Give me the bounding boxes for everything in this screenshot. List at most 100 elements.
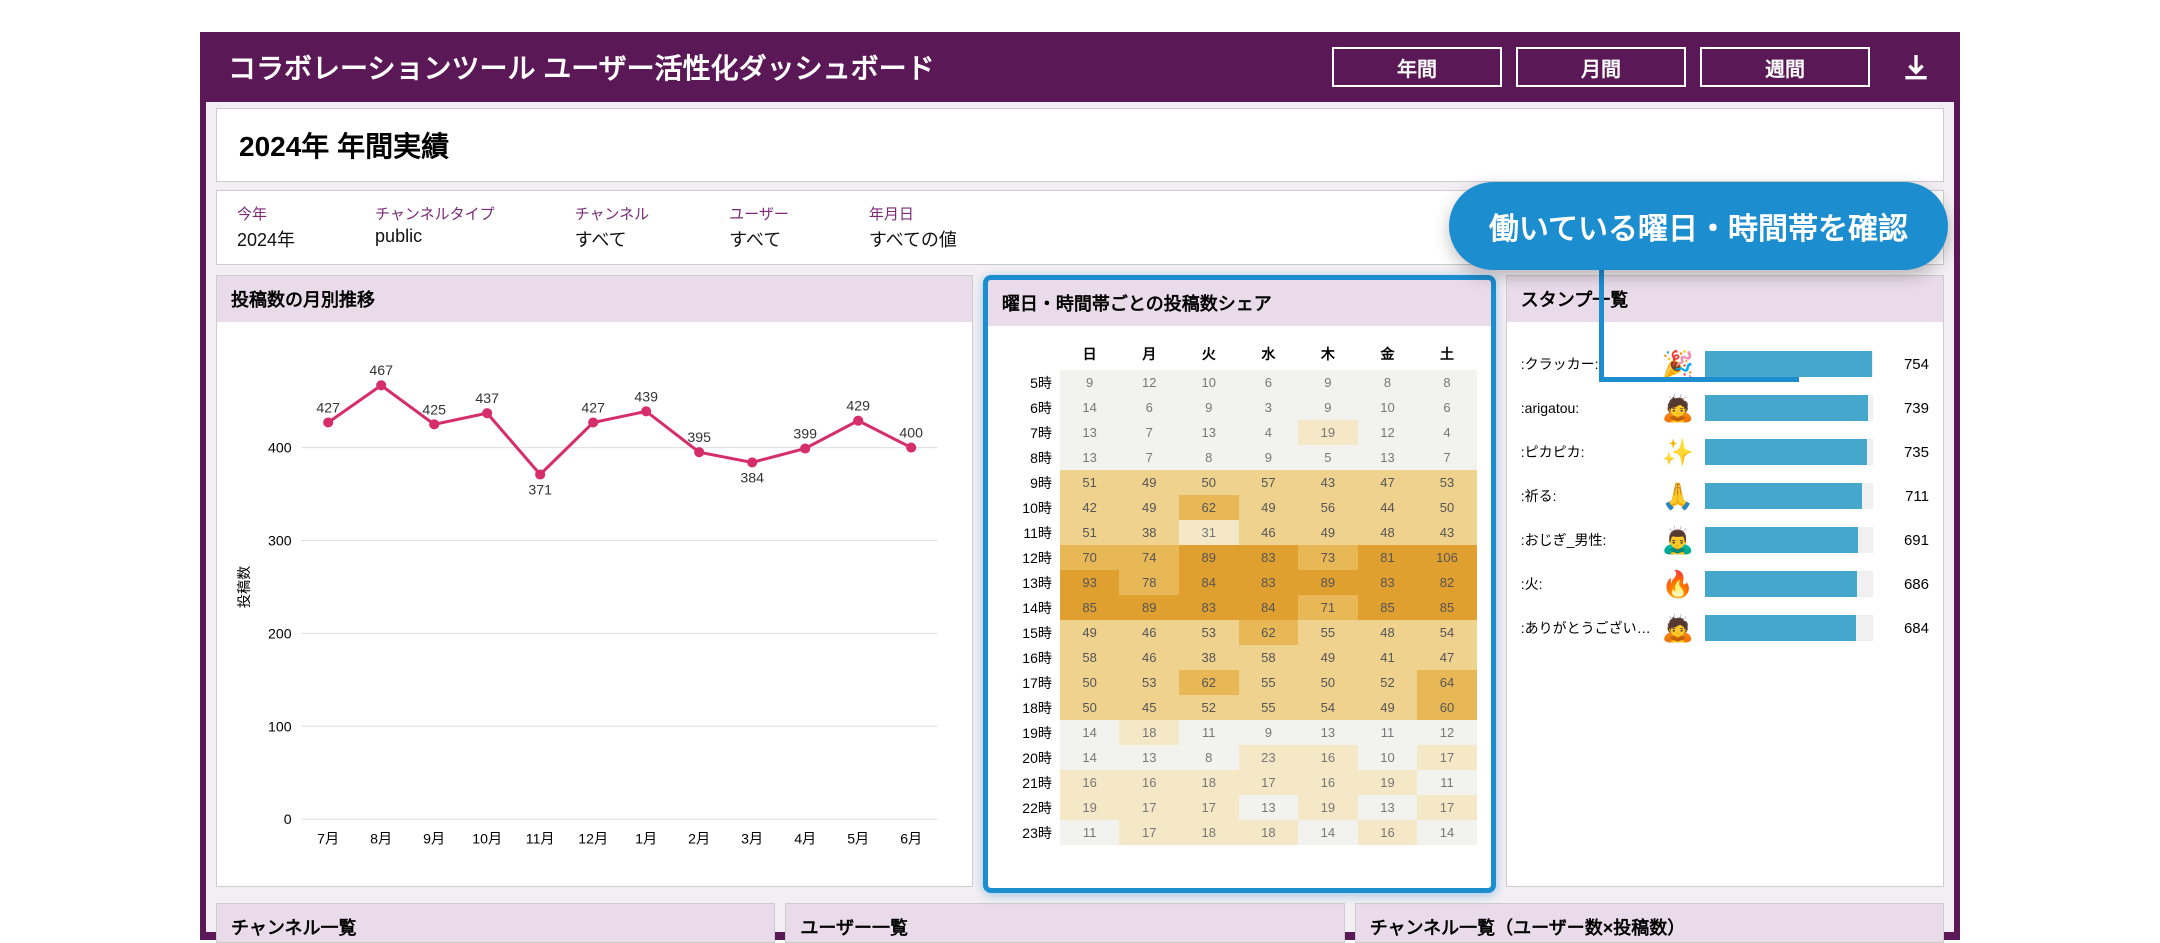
stamp-bar-fill <box>1705 439 1868 465</box>
heatmap-cell: 44 <box>1358 495 1418 520</box>
heatmap-cell: 43 <box>1298 470 1358 495</box>
heatmap-cell: 81 <box>1358 545 1418 570</box>
heatmap-cell: 41 <box>1358 645 1418 670</box>
download-icon[interactable] <box>1900 51 1932 83</box>
svg-text:467: 467 <box>369 362 393 378</box>
heatmap-hour-label: 17時 <box>1002 673 1060 693</box>
stamp-value: 735 <box>1883 444 1929 461</box>
heatmap-cell: 52 <box>1179 695 1239 720</box>
heatmap-cell: 51 <box>1060 470 1120 495</box>
svg-text:3月: 3月 <box>741 830 763 846</box>
bottom-panel-title: ユーザー一覧 <box>785 903 1344 943</box>
filter-item[interactable]: チャンネルタイプpublic <box>375 203 495 252</box>
heatmap-day-header: 金 <box>1358 344 1418 370</box>
heatmap-cell: 14 <box>1417 820 1477 845</box>
heatmap-cell: 13 <box>1060 420 1120 445</box>
heatmap-cell: 18 <box>1179 770 1239 795</box>
svg-text:399: 399 <box>793 425 817 441</box>
heatmap-cell: 13 <box>1119 745 1179 770</box>
heatmap-cell: 16 <box>1358 820 1418 845</box>
period-week-button[interactable]: 週間 <box>1700 47 1870 87</box>
heatmap-day-header: 火 <box>1179 344 1239 370</box>
svg-text:7月: 7月 <box>317 830 339 846</box>
heatmap-cell: 42 <box>1060 495 1120 520</box>
heatmap-cell: 50 <box>1179 470 1239 495</box>
heatmap-hour-label: 13時 <box>1002 573 1060 593</box>
bottom-panel-title: チャンネル一覧 <box>216 903 775 943</box>
filter-item[interactable]: チャンネルすべて <box>575 203 650 252</box>
stamp-value: 691 <box>1883 532 1929 549</box>
heatmap-cell: 50 <box>1060 670 1120 695</box>
svg-text:439: 439 <box>634 388 658 404</box>
heatmap-cell: 71 <box>1298 595 1358 620</box>
stamp-bar-track <box>1705 395 1873 421</box>
heatmap-cell: 60 <box>1417 695 1477 720</box>
filter-value: すべて <box>575 226 650 252</box>
heatmap-cell: 6 <box>1119 395 1179 420</box>
heatmap-hour-label: 23時 <box>1002 823 1060 843</box>
heatmap-cell: 16 <box>1298 745 1358 770</box>
stamp-name: :ありがとうございます: <box>1521 618 1651 638</box>
stamp-row: :arigatou:🙇739 <box>1521 386 1929 430</box>
heatmap-cell: 38 <box>1119 520 1179 545</box>
filter-item[interactable]: 今年2024年 <box>237 203 295 252</box>
stamp-chart: :クラッカー:🎉754:arigatou:🙇739:ピカピカ:✨735:祈る:🙏… <box>1507 322 1943 886</box>
heatmap-cell: 49 <box>1239 495 1299 520</box>
filter-label: 今年 <box>237 203 295 224</box>
heatmap-cell: 49 <box>1119 470 1179 495</box>
heatmap-cell: 70 <box>1060 545 1120 570</box>
heatmap-cell: 9 <box>1060 370 1120 395</box>
heatmap-cell: 10 <box>1179 370 1239 395</box>
heatmap-cell: 6 <box>1417 395 1477 420</box>
heatmap-panel: 曜日・時間帯ごとの投稿数シェア x日月火水木金土5時9121069886時146… <box>983 275 1496 893</box>
svg-text:1月: 1月 <box>635 830 657 846</box>
filter-value: すべての値 <box>869 226 957 252</box>
heatmap-cell: 55 <box>1298 620 1358 645</box>
stamp-name: :arigatou: <box>1521 400 1651 416</box>
heatmap-cell: 55 <box>1239 695 1299 720</box>
bottom-panel-title: チャンネル一覧（ユーザー数×投稿数） <box>1355 903 1944 943</box>
stamp-bar-track <box>1705 527 1873 553</box>
stamp-emoji-icon: 🙇 <box>1661 613 1695 644</box>
heatmap-day-header: 日 <box>1060 344 1120 370</box>
heatmap-cell: 14 <box>1060 720 1120 745</box>
heatmap-cell: 47 <box>1358 470 1418 495</box>
heatmap-cell: 49 <box>1060 620 1120 645</box>
stamp-row: :ピカピカ:✨735 <box>1521 430 1929 474</box>
filter-item[interactable]: ユーザーすべて <box>729 203 789 252</box>
heatmap-cell: 64 <box>1417 670 1477 695</box>
heatmap-cell: 16 <box>1119 770 1179 795</box>
heatmap-day-header: 木 <box>1298 344 1358 370</box>
period-month-button[interactable]: 月間 <box>1516 47 1686 87</box>
heatmap-cell: 4 <box>1239 420 1299 445</box>
heatmap-hour-label: 15時 <box>1002 623 1060 643</box>
stamp-emoji-icon: 🔥 <box>1661 569 1695 600</box>
svg-text:5月: 5月 <box>847 830 869 846</box>
heatmap-cell: 13 <box>1239 795 1299 820</box>
svg-text:425: 425 <box>422 401 446 417</box>
filter-item[interactable]: 年月日すべての値 <box>869 203 957 252</box>
heatmap-cell: 12 <box>1417 720 1477 745</box>
heatmap-hour-label: 22時 <box>1002 798 1060 818</box>
svg-text:2月: 2月 <box>688 830 710 846</box>
svg-text:200: 200 <box>268 625 292 641</box>
heatmap-cell: 19 <box>1298 420 1358 445</box>
svg-text:9月: 9月 <box>423 830 445 846</box>
heatmap-title: 曜日・時間帯ごとの投稿数シェア <box>988 280 1491 326</box>
heatmap-cell: 9 <box>1179 395 1239 420</box>
heatmap-cell: 7 <box>1119 445 1179 470</box>
heatmap-cell: 9 <box>1298 395 1358 420</box>
heatmap-cell: 82 <box>1417 570 1477 595</box>
heatmap-cell: 57 <box>1239 470 1299 495</box>
svg-text:6月: 6月 <box>900 830 922 846</box>
heatmap-cell: 53 <box>1179 620 1239 645</box>
heatmap-cell: 19 <box>1298 795 1358 820</box>
heatmap-cell: 9 <box>1239 720 1299 745</box>
stamp-name: :ピカピカ: <box>1521 442 1651 462</box>
svg-text:384: 384 <box>740 470 764 486</box>
monthly-line-panel: 投稿数の月別推移 0100200300400投稿数7月8月9月10月11月12月… <box>216 275 973 887</box>
heatmap-cell: 84 <box>1239 595 1299 620</box>
stamp-value: 739 <box>1883 400 1929 417</box>
period-year-button[interactable]: 年間 <box>1332 47 1502 87</box>
heatmap-cell: 50 <box>1417 495 1477 520</box>
